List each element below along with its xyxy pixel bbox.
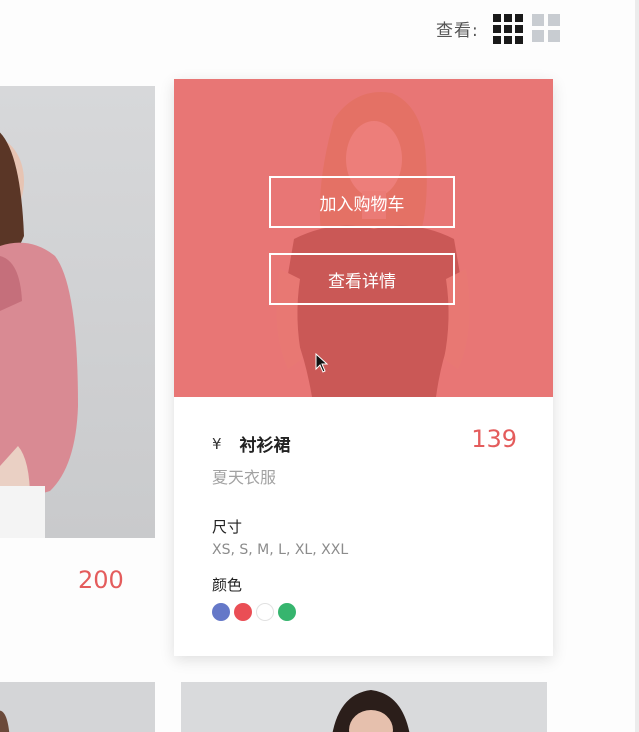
product-listing-page: 查看: 200 加入购物车 查看详情 ¥ 衬衫裙 139 夏天衣服 尺寸 XS,… (0, 0, 639, 732)
color-label: 颜色 (212, 576, 243, 594)
product-info: ¥ 衬衫裙 139 夏天衣服 尺寸 XS, S, M, L, XL, XXL 颜… (174, 397, 553, 621)
currency-symbol: ¥ (212, 434, 222, 453)
model-photo-bottom-left (0, 710, 10, 732)
product-name[interactable]: 衬衫裙 (240, 431, 291, 456)
title-row: ¥ 衬衫裙 139 (212, 425, 517, 457)
product-image-left[interactable] (0, 86, 155, 538)
color-swatches (212, 603, 517, 621)
hover-overlay (174, 79, 553, 397)
grid-4-icon[interactable] (531, 14, 560, 42)
color-swatch-blue[interactable] (212, 603, 230, 621)
add-to-cart-button[interactable]: 加入购物车 (269, 176, 455, 228)
title-left: ¥ 衬衫裙 (212, 431, 291, 457)
view-details-button[interactable]: 查看详情 (269, 253, 455, 305)
model-photo-bottom-right (332, 690, 410, 732)
color-swatch-red[interactable] (234, 603, 252, 621)
product-subtitle: 夏天衣服 (212, 468, 277, 487)
color-swatch-green[interactable] (278, 603, 296, 621)
product-image-bottom-right[interactable] (181, 682, 547, 732)
product-image-bottom-left[interactable] (0, 682, 155, 732)
grid-9-icon[interactable] (492, 14, 523, 44)
product-image[interactable]: 加入购物车 查看详情 (174, 79, 553, 397)
model-photo-pink-sweater (0, 132, 78, 538)
view-label: 查看: (436, 20, 479, 41)
mouse-cursor-icon (315, 353, 329, 373)
product-price: 139 (471, 425, 517, 453)
size-label: 尺寸 (212, 518, 243, 536)
product-card[interactable]: 加入购物车 查看详情 ¥ 衬衫裙 139 夏天衣服 尺寸 XS, S, M, L… (174, 79, 553, 656)
color-swatch-white[interactable] (256, 603, 274, 621)
size-options: XS, S, M, L, XL, XXL (212, 542, 349, 558)
product-price-left: 200 (78, 566, 124, 594)
scrollbar[interactable] (635, 0, 639, 732)
view-toggle-bar: 查看: (436, 14, 560, 44)
